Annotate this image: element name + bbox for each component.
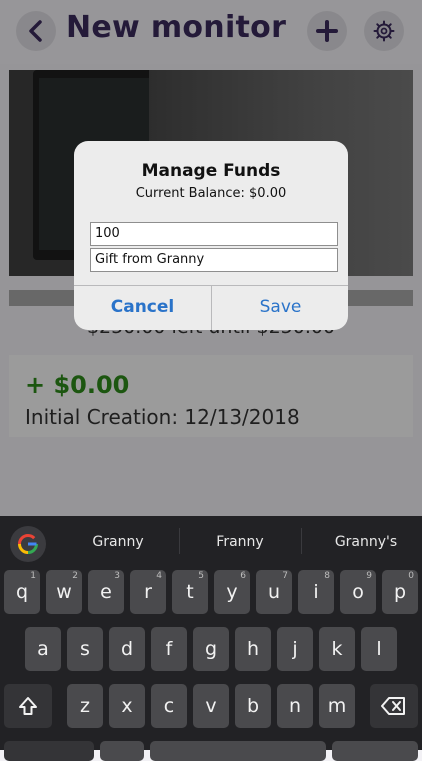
keyboard: Granny Franny Granny's q1 w2 e3 r4 t5 y6… xyxy=(0,516,422,761)
save-button[interactable]: Save xyxy=(212,285,348,330)
key-e[interactable]: e3 xyxy=(88,570,124,614)
key-r[interactable]: r4 xyxy=(130,570,166,614)
key-c[interactable]: c xyxy=(151,684,187,728)
space-key[interactable] xyxy=(150,741,326,761)
key-w[interactable]: w2 xyxy=(46,570,82,614)
key-t[interactable]: t5 xyxy=(172,570,208,614)
key-l[interactable]: l xyxy=(361,627,397,671)
key-d[interactable]: d xyxy=(109,627,145,671)
manage-funds-dialog: Manage Funds Current Balance: $0.00 100 … xyxy=(74,141,348,330)
return-key[interactable] xyxy=(332,741,418,761)
google-g-icon xyxy=(18,534,38,554)
key-j[interactable]: j xyxy=(277,627,313,671)
backspace-icon xyxy=(381,697,405,715)
suggestion-3[interactable]: Granny's xyxy=(316,534,416,550)
symbols-key[interactable] xyxy=(4,741,94,761)
key-f[interactable]: f xyxy=(151,627,187,671)
key-u[interactable]: u7 xyxy=(256,570,292,614)
current-balance-text: Current Balance: $0.00 xyxy=(135,186,287,201)
key-b[interactable]: b xyxy=(235,684,271,728)
divider xyxy=(179,528,180,554)
suggestion-2[interactable]: Franny xyxy=(190,534,290,550)
key-p[interactable]: p0 xyxy=(382,570,418,614)
key-y[interactable]: y6 xyxy=(214,570,250,614)
key-q[interactable]: q1 xyxy=(4,570,40,614)
key-s[interactable]: s xyxy=(67,627,103,671)
key-i[interactable]: i8 xyxy=(298,570,334,614)
note-field[interactable]: Gift from Granny xyxy=(90,248,338,272)
key-z[interactable]: z xyxy=(67,684,103,728)
suggestion-1[interactable]: Granny xyxy=(68,534,168,550)
key-g[interactable]: g xyxy=(193,627,229,671)
key-v[interactable]: v xyxy=(193,684,229,728)
shift-icon xyxy=(19,697,37,715)
key-m[interactable]: m xyxy=(319,684,355,728)
backspace-key[interactable] xyxy=(370,684,418,728)
amount-field[interactable]: 100 xyxy=(90,222,338,246)
divider xyxy=(301,528,302,554)
google-logo-icon[interactable] xyxy=(10,526,46,562)
key-n[interactable]: n xyxy=(277,684,313,728)
suggestion-bar: Granny Franny Granny's xyxy=(0,516,422,568)
key-x[interactable]: x xyxy=(109,684,145,728)
cancel-button[interactable]: Cancel xyxy=(74,285,211,330)
key-o[interactable]: o9 xyxy=(340,570,376,614)
comma-key[interactable] xyxy=(100,741,144,761)
key-h[interactable]: h xyxy=(235,627,271,671)
key-a[interactable]: a xyxy=(25,627,61,671)
shift-key[interactable] xyxy=(4,684,52,728)
key-k[interactable]: k xyxy=(319,627,355,671)
dialog-title: Manage Funds xyxy=(141,161,281,181)
